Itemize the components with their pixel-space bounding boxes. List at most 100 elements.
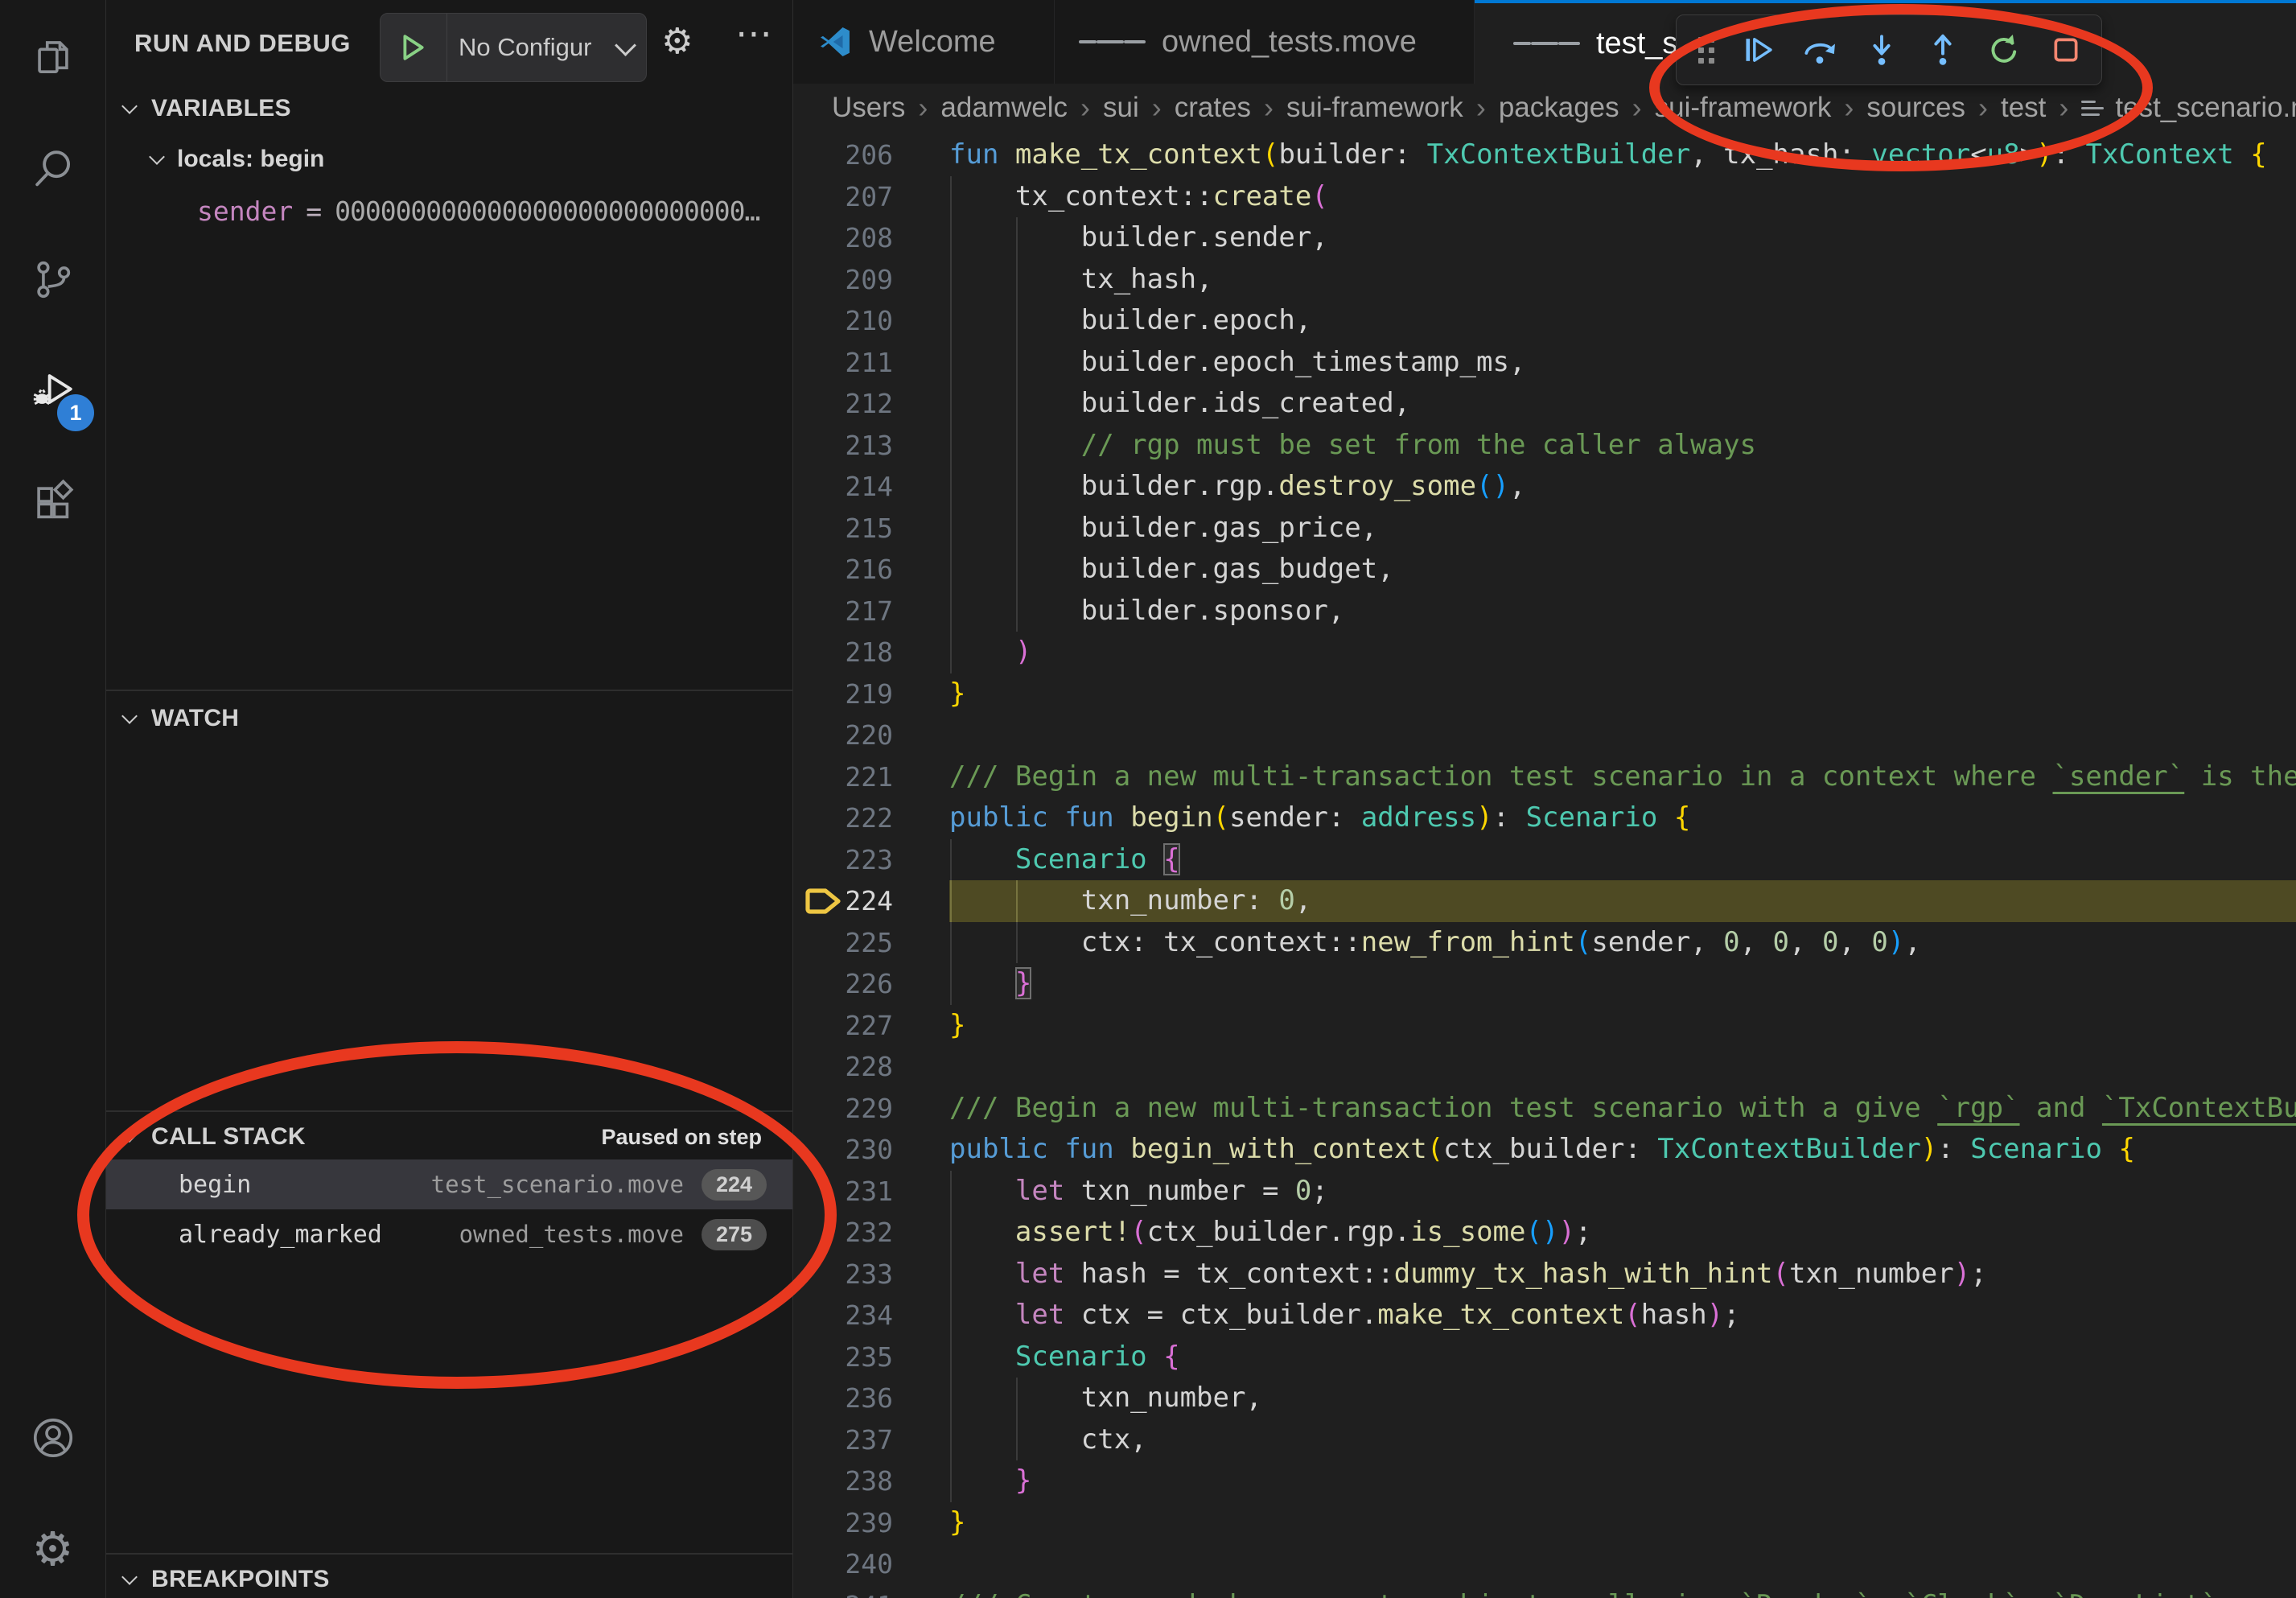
- gutter[interactable]: 211: [793, 342, 949, 384]
- code-text[interactable]: builder.gas_budget,: [949, 549, 2296, 591]
- code-text[interactable]: builder.gas_price,: [949, 508, 2296, 550]
- step-over-button[interactable]: [1789, 20, 1850, 80]
- stop-button[interactable]: [2035, 20, 2096, 80]
- debug-config-picker[interactable]: No Configur: [380, 13, 647, 82]
- gutter[interactable]: 210: [793, 300, 949, 342]
- gutter[interactable]: 220: [793, 715, 949, 756]
- tab-owned-tests[interactable]: owned_tests.move: [1055, 0, 1475, 84]
- gutter[interactable]: 230: [793, 1129, 949, 1171]
- code-text[interactable]: builder.ids_created,: [949, 383, 2296, 425]
- activity-search-button[interactable]: [0, 126, 105, 214]
- gutter[interactable]: 227: [793, 1005, 949, 1047]
- gutter[interactable]: 223: [793, 839, 949, 881]
- code-text[interactable]: }: [949, 963, 2296, 1005]
- code-text[interactable]: }: [949, 1005, 2296, 1047]
- gutter[interactable]: 225: [793, 922, 949, 964]
- gutter[interactable]: 231: [793, 1171, 949, 1213]
- breadcrumb-item[interactable]: sui-framework: [1655, 92, 1832, 124]
- gutter[interactable]: 209: [793, 259, 949, 301]
- breadcrumb-item[interactable]: Users: [832, 92, 905, 124]
- gutter[interactable]: 217: [793, 591, 949, 632]
- code-text[interactable]: ctx,: [949, 1419, 2296, 1461]
- gutter[interactable]: 215: [793, 508, 949, 550]
- code-text[interactable]: // rgp must be set from the caller alway…: [949, 425, 2296, 467]
- gutter[interactable]: 239: [793, 1502, 949, 1544]
- code-text[interactable]: txn_number: 0,: [949, 880, 2296, 922]
- code-text[interactable]: ctx: tx_context::new_from_hint(sender, 0…: [949, 922, 2296, 964]
- code-text[interactable]: let ctx = ctx_builder.make_tx_context(ha…: [949, 1295, 2296, 1336]
- code-text[interactable]: tx_hash,: [949, 259, 2296, 301]
- code-text[interactable]: Scenario {: [949, 839, 2296, 881]
- code-editor[interactable]: 206fun make_tx_context(builder: TxContex…: [793, 132, 2296, 1598]
- gutter[interactable]: 235: [793, 1336, 949, 1378]
- more-actions-icon[interactable]: ⋯: [735, 11, 774, 55]
- code-text[interactable]: public fun begin_with_context(ctx_builde…: [949, 1129, 2296, 1171]
- breadcrumb-item[interactable]: packages: [1499, 92, 1619, 124]
- code-text[interactable]: assert!(ctx_builder.rgp.is_some());: [949, 1212, 2296, 1254]
- activity-extensions-button[interactable]: [0, 460, 105, 549]
- code-text[interactable]: ): [949, 632, 2296, 673]
- gutter[interactable]: 216: [793, 549, 949, 591]
- gutter[interactable]: 241: [793, 1585, 949, 1598]
- code-text[interactable]: Scenario {: [949, 1336, 2296, 1378]
- restart-button[interactable]: [1973, 20, 2035, 80]
- breadcrumb-item[interactable]: crates: [1175, 92, 1251, 124]
- start-debug-icon[interactable]: [381, 14, 447, 81]
- gutter[interactable]: 234: [793, 1295, 949, 1336]
- code-text[interactable]: public fun begin(sender: address): Scena…: [949, 797, 2296, 839]
- drag-grip-icon[interactable]: [1693, 31, 1720, 68]
- code-text[interactable]: [949, 1046, 2296, 1088]
- step-into-button[interactable]: [1851, 20, 1912, 80]
- call-stack-frame[interactable]: begin test_scenario.move 224: [106, 1159, 792, 1209]
- gutter[interactable]: 228: [793, 1046, 949, 1088]
- continue-button[interactable]: [1728, 20, 1789, 80]
- gutter[interactable]: 238: [793, 1460, 949, 1502]
- code-text[interactable]: builder.epoch,: [949, 300, 2296, 342]
- breadcrumb-item[interactable]: sources: [1866, 92, 1965, 124]
- breadcrumb[interactable]: Users›adamwelc›sui›crates›sui-framework›…: [793, 84, 2296, 132]
- activity-explorer-button[interactable]: [0, 14, 105, 103]
- gutter[interactable]: 229: [793, 1088, 949, 1130]
- gutter[interactable]: 222: [793, 797, 949, 839]
- variables-scope-row[interactable]: locals: begin: [106, 138, 792, 180]
- gutter[interactable]: 218: [793, 632, 949, 673]
- code-text[interactable]: builder.rgp.destroy_some(),: [949, 466, 2296, 508]
- breadcrumb-item[interactable]: sui: [1103, 92, 1139, 124]
- watch-section-header[interactable]: WATCH: [106, 698, 792, 739]
- code-text[interactable]: tx_context::create(: [949, 176, 2296, 218]
- breakpoints-section-header[interactable]: BREAKPOINTS: [106, 1559, 792, 1598]
- breadcrumb-item[interactable]: sui-framework: [1286, 92, 1463, 124]
- code-text[interactable]: let txn_number = 0;: [949, 1171, 2296, 1213]
- gutter[interactable]: 233: [793, 1254, 949, 1295]
- code-text[interactable]: }: [949, 1502, 2296, 1544]
- activity-account-button[interactable]: [0, 1395, 105, 1484]
- gutter[interactable]: 214: [793, 466, 949, 508]
- gutter[interactable]: 236: [793, 1378, 949, 1419]
- variable-row[interactable]: sender = 000000000000000000000000000…: [106, 190, 792, 232]
- gutter[interactable]: 237: [793, 1419, 949, 1461]
- activity-source-control-button[interactable]: [0, 237, 105, 325]
- code-text[interactable]: /// Begin a new multi-transaction test s…: [949, 1088, 2296, 1130]
- gutter[interactable]: 232: [793, 1212, 949, 1254]
- code-text[interactable]: txn_number,: [949, 1378, 2296, 1419]
- call-stack-section-header[interactable]: CALL STACK Paused on step: [106, 1117, 792, 1157]
- gutter[interactable]: 221: [793, 756, 949, 798]
- code-text[interactable]: [949, 1543, 2296, 1585]
- code-text[interactable]: builder.sponsor,: [949, 591, 2296, 632]
- activity-settings-button[interactable]: ⚙: [0, 1505, 105, 1593]
- breadcrumb-item[interactable]: test: [2001, 92, 2046, 124]
- debug-settings-gear-icon[interactable]: ⚙: [661, 21, 693, 62]
- code-text[interactable]: builder.sender,: [949, 217, 2296, 259]
- gutter[interactable]: 207: [793, 176, 949, 218]
- gutter[interactable]: 208: [793, 217, 949, 259]
- code-text[interactable]: builder.epoch_timestamp_ms,: [949, 342, 2296, 384]
- tab-welcome[interactable]: Welcome: [793, 0, 1055, 84]
- gutter[interactable]: 212: [793, 383, 949, 425]
- gutter[interactable]: 240: [793, 1543, 949, 1585]
- breadcrumb-file[interactable]: test_scenario.move: [2115, 92, 2296, 124]
- step-out-button[interactable]: [1912, 20, 1973, 80]
- code-text[interactable]: [949, 715, 2296, 756]
- code-text[interactable]: /// Creates and shares system objects, a…: [949, 1585, 2296, 1598]
- code-text[interactable]: /// Begin a new multi-transaction test s…: [949, 756, 2296, 798]
- gutter[interactable]: 224: [793, 880, 949, 922]
